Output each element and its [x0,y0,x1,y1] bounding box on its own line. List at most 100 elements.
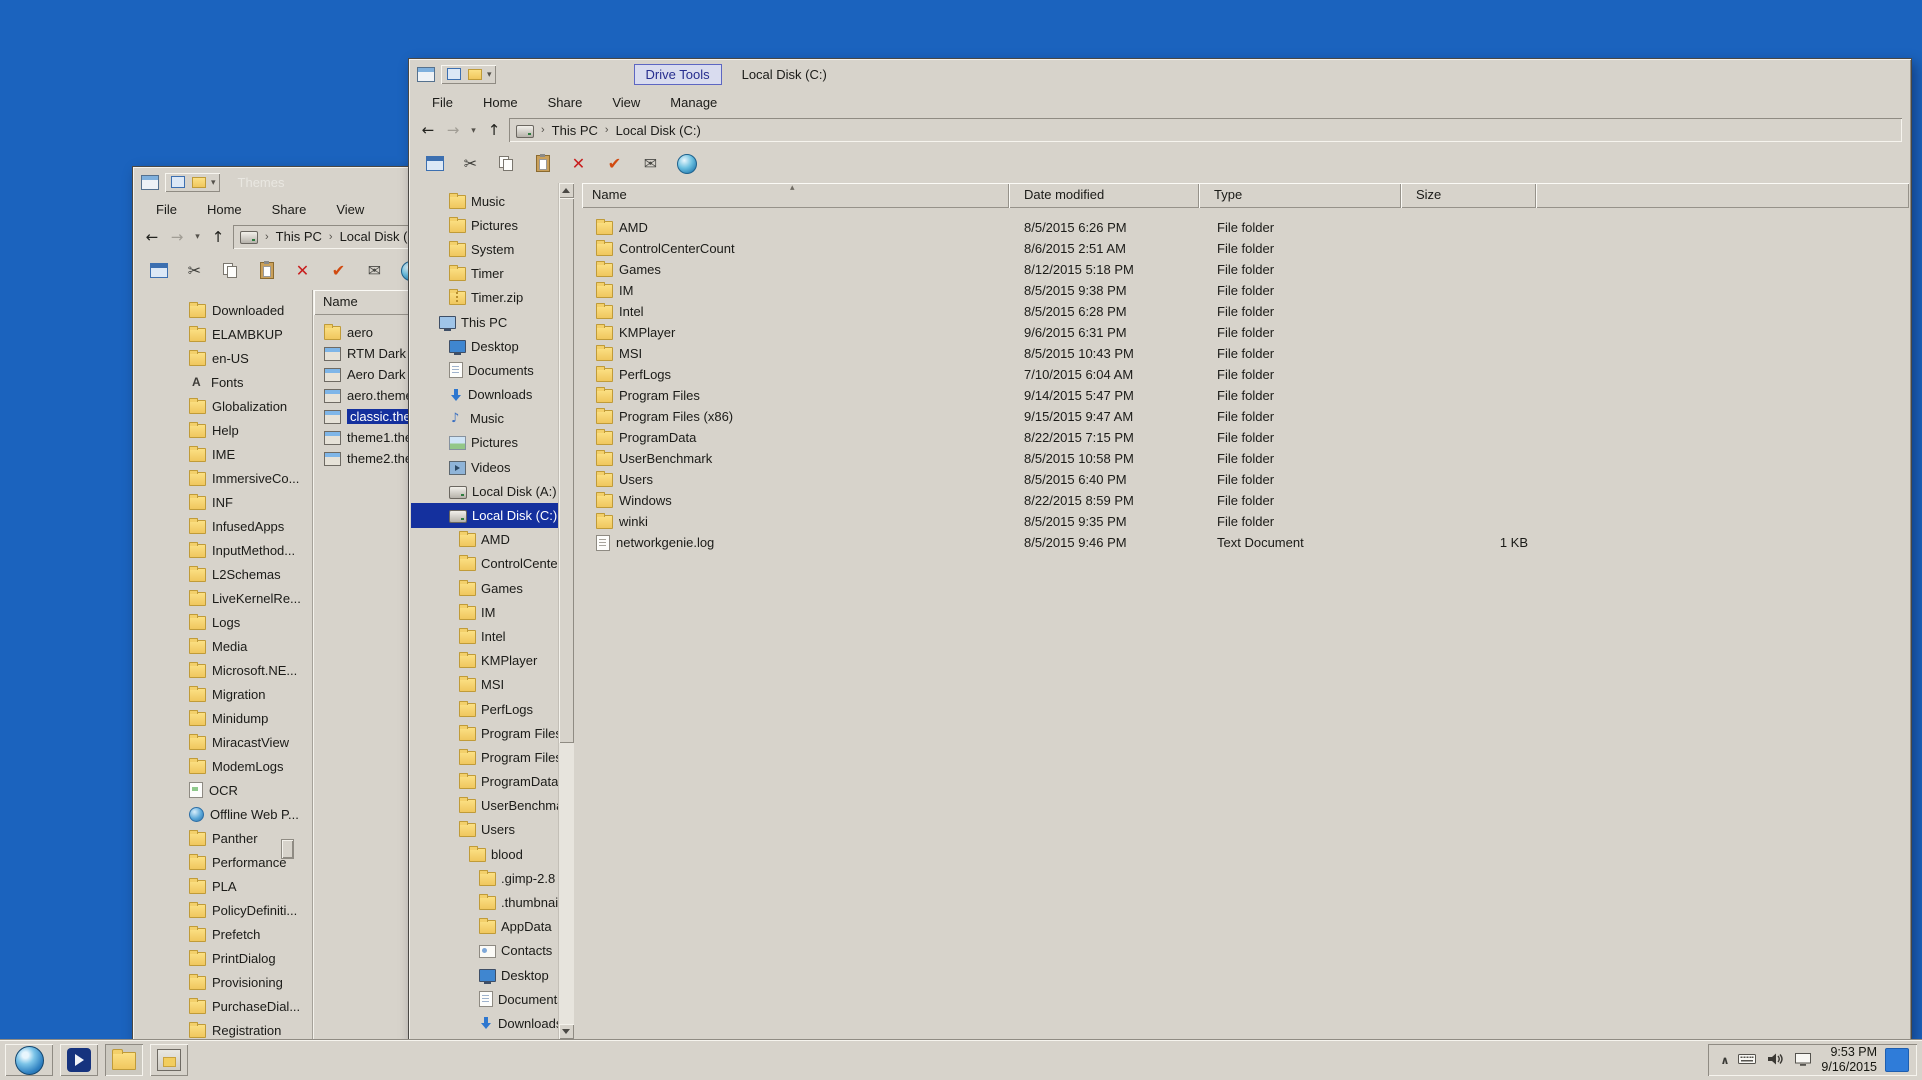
nav-item[interactable]: KMPlayer [411,649,558,673]
tree-item[interactable]: ImmersiveCo... [135,466,311,490]
nav-item[interactable]: Downloads [411,1011,558,1035]
nav-item[interactable]: ProgramData [411,770,558,794]
column-header-date-modified[interactable]: Date modified [1009,183,1199,208]
nav-scrollbar[interactable] [558,183,574,1039]
file-row[interactable]: winki 8/5/2015 9:35 PM File folder [582,511,1909,532]
volume-icon[interactable] [1765,1049,1785,1072]
copy-button[interactable] [493,150,520,177]
tree-item[interactable]: ModemLogs [135,754,311,778]
tree-item[interactable]: Registration [135,1018,311,1039]
qat-properties-button[interactable] [169,175,187,190]
nav-item[interactable]: blood [411,842,558,866]
start-button[interactable] [5,1044,53,1076]
file-row[interactable]: PerfLogs 7/10/2015 6:04 AM File folder [582,364,1909,385]
address-field[interactable]: › This PC › Local Disk (C:) [509,118,1902,142]
nav-item[interactable]: Intel [411,624,558,648]
column-header-size[interactable]: Size [1401,183,1536,208]
file-row[interactable]: Program Files (x86) 9/15/2015 9:47 AM Fi… [582,406,1909,427]
properties-button[interactable] [421,150,448,177]
network-icon[interactable] [1793,1049,1813,1072]
breadcrumb-root[interactable]: This PC [552,123,598,138]
nav-item[interactable]: Documents [411,358,558,382]
ribbon-tab[interactable]: Home [468,95,533,110]
nav-item[interactable]: Timer.zip [411,286,558,310]
scroll-up-button[interactable] [559,183,574,198]
nav-item[interactable]: Downloads [411,383,558,407]
tree-item[interactable]: OCR [135,778,311,802]
nav-item[interactable]: PerfLogs [411,697,558,721]
cut-button[interactable] [181,257,208,284]
nav-item[interactable]: Users [411,818,558,842]
nav-item[interactable]: Videos [411,455,558,479]
tree-item[interactable]: Migration [135,682,311,706]
back-button[interactable]: ← [142,228,162,246]
tree-item[interactable]: PrintDialog [135,946,311,970]
breadcrumb-location[interactable]: Local Disk (C:) [616,123,701,138]
tree-item[interactable]: ELAMBKUP [135,322,311,346]
file-row[interactable]: KMPlayer 9/6/2015 6:31 PM File folder [582,322,1909,343]
tree-item[interactable]: InfusedApps [135,514,311,538]
column-header-name[interactable]: Name ▴ [582,183,1009,208]
keyboard-icon[interactable] [1737,1049,1757,1072]
file-row[interactable]: Windows 8/22/2015 8:59 PM File folder [582,490,1909,511]
nav-item[interactable]: Games [411,576,558,600]
nav-item[interactable]: Timer [411,262,558,286]
apply-button[interactable] [325,257,352,284]
tree-item[interactable]: INF [135,490,311,514]
tree-item[interactable]: Prefetch [135,922,311,946]
tree-item[interactable]: Minidump [135,706,311,730]
internet-button[interactable] [673,150,700,177]
nav-item[interactable]: Local Disk (C:) [411,503,558,527]
tree-item[interactable]: en-US [135,346,311,370]
breadcrumb-root[interactable]: This PC [276,229,322,244]
nav-item[interactable]: Music [411,189,558,213]
ribbon-tab[interactable]: Share [257,202,322,217]
copy-button[interactable] [217,257,244,284]
nav-item[interactable]: Documents [411,987,558,1011]
tree-scrollbar-thumb[interactable] [281,839,294,859]
tree-item[interactable]: Help [135,418,311,442]
tree-item[interactable]: InputMethod... [135,538,311,562]
paste-button[interactable] [529,150,556,177]
ribbon-tab[interactable]: File [417,95,468,110]
file-row[interactable]: AMD 8/5/2015 6:26 PM File folder [582,217,1909,238]
file-row[interactable]: Games 8/12/2015 5:18 PM File folder [582,259,1909,280]
tree-item[interactable]: Downloaded [135,298,311,322]
file-row[interactable]: UserBenchmark 8/5/2015 10:58 PM File fol… [582,448,1909,469]
file-row[interactable]: MSI 8/5/2015 10:43 PM File folder [582,343,1909,364]
tree-item[interactable]: Media [135,634,311,658]
properties-button[interactable] [145,257,172,284]
local-disk-titlebar[interactable]: ▾ Drive Tools Local Disk (C:) [409,59,1911,89]
nav-item[interactable]: IM [411,600,558,624]
delete-button[interactable] [565,150,592,177]
taskbar-clock[interactable]: 9:53 PM 9/16/2015 [1821,1045,1877,1075]
nav-item[interactable]: Contacts [411,939,558,963]
delete-button[interactable] [289,257,316,284]
tree-item[interactable]: Fonts [135,370,311,394]
tray-blue-tile[interactable] [1885,1048,1909,1072]
contextual-tab-drive-tools[interactable]: Drive Tools [634,64,722,85]
column-header-type[interactable]: Type [1199,183,1401,208]
nav-item[interactable]: Pictures [411,213,558,237]
nav-item[interactable]: Desktop [411,334,558,358]
back-button[interactable]: ← [418,121,438,139]
tree-item[interactable]: L2Schemas [135,562,311,586]
qat-new-folder-button[interactable] [190,175,208,190]
file-row[interactable]: networkgenie.log 8/5/2015 9:46 PM Text D… [582,532,1909,553]
qat-new-folder-button[interactable] [466,67,484,82]
nav-item[interactable]: Program Files [411,721,558,745]
file-row[interactable]: IM 8/5/2015 9:38 PM File folder [582,280,1909,301]
qat-customize-chevron-icon[interactable]: ▾ [487,69,492,80]
nav-item[interactable]: Desktop [411,963,558,987]
file-row[interactable]: Users 8/5/2015 6:40 PM File folder [582,469,1909,490]
qat-customize-chevron-icon[interactable]: ▾ [211,177,216,188]
pane-divider[interactable] [312,290,313,1039]
tree-item[interactable]: MiracastView [135,730,311,754]
nav-item[interactable]: ControlCenter... [411,552,558,576]
file-row[interactable]: ControlCenterCount 8/6/2015 2:51 AM File… [582,238,1909,259]
tree-item[interactable]: PolicyDefiniti... [135,898,311,922]
forward-button[interactable]: → [167,228,187,246]
tree-item[interactable]: Microsoft.NE... [135,658,311,682]
taskbar-app-media-player[interactable] [60,1044,98,1076]
nav-item[interactable]: .gimp-2.8 [411,866,558,890]
